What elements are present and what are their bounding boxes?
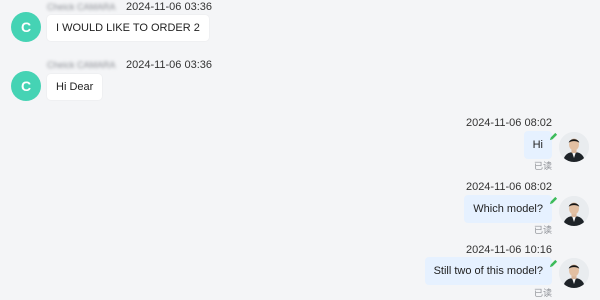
read-status: 已读: [533, 225, 552, 235]
pencil-icon[interactable]: [549, 132, 558, 141]
read-status: 已读: [533, 161, 552, 171]
message-time: 2024-11-06 08:02: [465, 181, 552, 193]
message-bubble[interactable]: Which model?: [464, 195, 552, 223]
outgoing-message: 2024-11-06 08:02 Hi 已读: [0, 116, 600, 176]
message-meta: Cheick CAMARA 2024-11-06 03:36: [47, 0, 212, 14]
pencil-icon[interactable]: [549, 196, 558, 205]
message-bubble[interactable]: Hi Dear: [47, 74, 103, 100]
sender-avatar[interactable]: C: [11, 71, 41, 101]
user-photo-avatar[interactable]: [559, 258, 589, 288]
message-time: 2024-11-06 03:36: [125, 1, 213, 13]
chat-message-list: C Cheick CAMARA 2024-11-06 03:36 I WOULD…: [0, 0, 600, 300]
sender-name: Cheick CAMARA: [47, 60, 116, 70]
message-time: 2024-11-06 10:16: [465, 244, 552, 256]
outgoing-message: 2024-11-06 10:16 Still two of this model…: [0, 243, 600, 300]
message-time: 2024-11-06 03:36: [125, 59, 213, 71]
message-time: 2024-11-06 08:02: [465, 117, 552, 129]
message-meta: Cheick CAMARA 2024-11-06 03:36: [47, 58, 212, 72]
message-bubble[interactable]: I WOULD LIKE TO ORDER 2: [47, 15, 209, 41]
incoming-message: C Cheick CAMARA 2024-11-06 03:36 I WOULD…: [0, 0, 600, 46]
message-bubble[interactable]: Hi: [523, 131, 552, 159]
sender-avatar[interactable]: C: [11, 12, 41, 42]
sender-name: Cheick CAMARA: [47, 2, 116, 12]
user-photo-avatar[interactable]: [559, 196, 589, 226]
user-photo-avatar[interactable]: [559, 132, 589, 162]
message-bubble[interactable]: Still two of this model?: [424, 257, 552, 285]
read-status: 已读: [533, 288, 552, 298]
outgoing-message: 2024-11-06 08:02 Which model? 已读: [0, 180, 600, 240]
incoming-message: C Cheick CAMARA 2024-11-06 03:36 Hi Dear: [0, 58, 600, 104]
pencil-icon[interactable]: [549, 259, 558, 268]
